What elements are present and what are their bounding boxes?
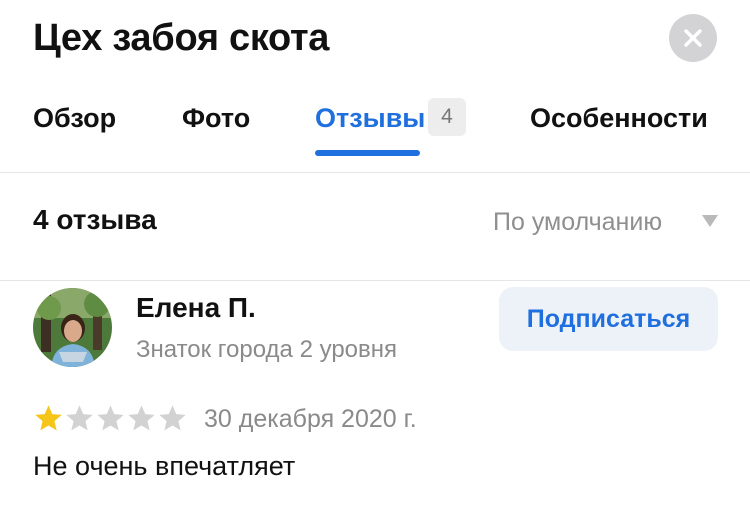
star-icon: [35, 405, 62, 431]
divider: [0, 280, 750, 281]
review-date: 30 декабря 2020 г.: [204, 405, 417, 433]
tab-reviews[interactable]: Отзывы: [315, 96, 425, 140]
avatar-image: [33, 288, 112, 367]
reviews-count: 4 отзыва: [33, 204, 157, 235]
close-button[interactable]: [669, 14, 717, 62]
close-icon: [684, 29, 702, 47]
author-name[interactable]: Елена П.: [136, 288, 256, 328]
author-level: Знаток города 2 уровня: [136, 336, 398, 363]
tab-features[interactable]: Особенности: [530, 96, 708, 140]
avatar[interactable]: [33, 288, 112, 367]
tab-overview[interactable]: Обзор: [33, 96, 116, 140]
page-title: Цех забоя скота: [33, 17, 330, 59]
subscribe-button[interactable]: Подписаться: [499, 287, 718, 351]
tab-reviews-count-badge: 4: [428, 98, 466, 136]
active-tab-indicator: [315, 150, 420, 156]
star-icon: [97, 405, 124, 431]
tab-bar: Обзор Фото Отзывы 4 Особенности: [0, 96, 750, 156]
star-icon: [128, 405, 155, 431]
divider: [0, 172, 750, 173]
star-icon: [66, 405, 93, 431]
sort-dropdown[interactable]: По умолчанию: [493, 200, 662, 244]
chevron-down-icon[interactable]: [702, 215, 718, 227]
tab-photos[interactable]: Фото: [182, 96, 250, 140]
star-icon: [159, 405, 186, 431]
review-text: Не очень впечатляет: [33, 451, 296, 481]
rating-stars: [33, 403, 188, 434]
header: Цех забоя скота Обзор Фото Отзывы 4 Особ…: [0, 0, 750, 172]
